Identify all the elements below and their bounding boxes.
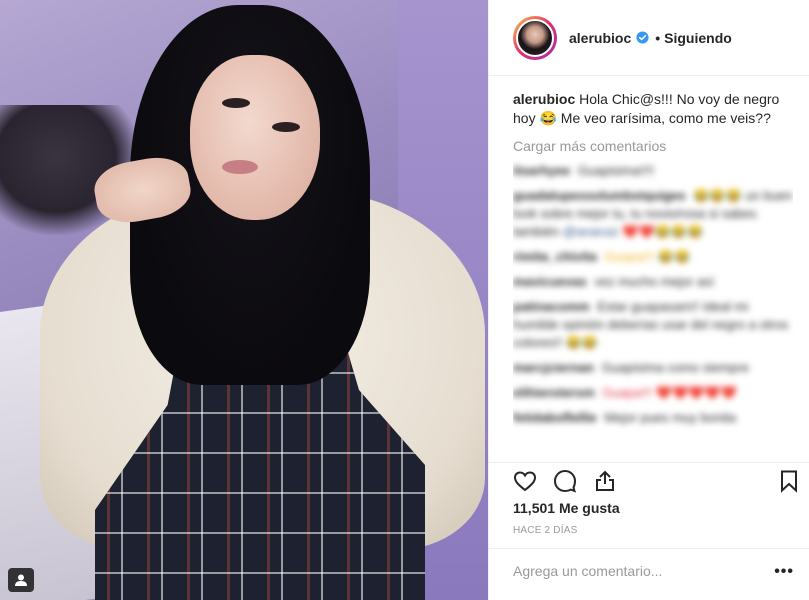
list-item: fetidaboflellie Mejor pues muy bonita [513, 409, 793, 427]
add-comment-form: ••• [489, 548, 809, 600]
list-item: patinacomm Estar guapasam!! Ideal mi hum… [513, 298, 793, 352]
list-item: marcjciernan Guapisima como siempre [513, 359, 793, 377]
list-item: rimita_chivita Guapa!!! 😂😂 [513, 248, 793, 266]
comment-text: vez mucho mejor así [594, 274, 715, 289]
photo-face [190, 55, 320, 220]
share-button[interactable] [591, 467, 619, 495]
comment-text: Guapisima como siempre [601, 360, 749, 375]
list-item: mavicuevas vez mucho mejor así [513, 273, 793, 291]
load-more-comments-button[interactable]: Cargar más comentarios [513, 138, 793, 154]
post-timestamp[interactable]: HACE 2 DÍAS [513, 525, 577, 536]
comment-username[interactable]: fetidaboflellie [513, 410, 597, 425]
comment-username[interactable]: marcjciernan [513, 360, 594, 375]
avatar-story-ring[interactable] [513, 15, 557, 60]
save-button[interactable] [775, 467, 803, 495]
post-side-panel: alerubioc • Siguiendo alerubioc Hola Chi… [488, 0, 809, 600]
post-actions-bar [489, 462, 809, 498]
more-options-button[interactable]: ••• [774, 563, 794, 581]
comment-text: Guapa!!! ❤️❤️❤️❤️❤️ [602, 385, 737, 400]
comment-username[interactable]: patinacomm [513, 299, 590, 314]
post-photo[interactable] [0, 0, 488, 600]
speech-bubble-icon [553, 469, 577, 493]
photo-eye-left [222, 98, 250, 108]
comment-username[interactable]: rimita_chivita [513, 249, 597, 264]
photo-eye-right [272, 122, 300, 132]
caption-username[interactable]: alerubioc [513, 91, 575, 107]
comment-username[interactable]: elihierotersm [513, 385, 595, 400]
user-tag-button[interactable] [8, 568, 34, 592]
list-item: itsarhyee Guapisima!!!! [513, 162, 793, 180]
following-button[interactable]: Siguiendo [664, 30, 732, 46]
post-header: alerubioc • Siguiendo [489, 0, 809, 76]
avatar[interactable] [516, 18, 554, 57]
header-separator: • [655, 29, 661, 46]
header-username[interactable]: alerubioc [569, 30, 631, 46]
share-upload-icon [596, 470, 614, 491]
list-item: elihierotersm Guapa!!! ❤️❤️❤️❤️❤️ [513, 384, 793, 402]
caption: alerubioc Hola Chic@s!!! No voy de negro… [513, 90, 793, 128]
bookmark-icon [781, 470, 797, 493]
comment-text: Guapa!!! 😂😂 [604, 249, 691, 264]
comment-emoji: ❤️❤️😂😂😂 [622, 224, 704, 239]
blurred-comments-list: itsarhyee Guapisima!!!! guadalupeosolumb… [513, 162, 793, 427]
comment-button[interactable] [551, 467, 579, 495]
comment-username[interactable]: itsarhyee [513, 163, 570, 178]
photo-lips [222, 160, 258, 174]
verified-badge-icon [636, 31, 649, 44]
comment-username[interactable]: guadalupeosolumbstquiges [513, 188, 686, 203]
heart-outline-icon [513, 471, 537, 492]
comments-section: alerubioc Hola Chic@s!!! No voy de negro… [513, 90, 793, 440]
comment-input[interactable] [513, 563, 763, 579]
comment-text: Mejor pues muy bonita [604, 410, 736, 425]
like-button[interactable] [511, 467, 539, 495]
list-item: guadalupeosolumbstquiges 😂😂😂 un buen loo… [513, 187, 793, 241]
comment-mention[interactable]: @anaruiz [563, 224, 619, 239]
person-tag-icon [15, 574, 27, 586]
comment-username[interactable]: mavicuevas [513, 274, 587, 289]
likes-count[interactable]: 11,501 Me gusta [513, 500, 620, 516]
comment-text: Guapisima!!!! [577, 163, 655, 178]
